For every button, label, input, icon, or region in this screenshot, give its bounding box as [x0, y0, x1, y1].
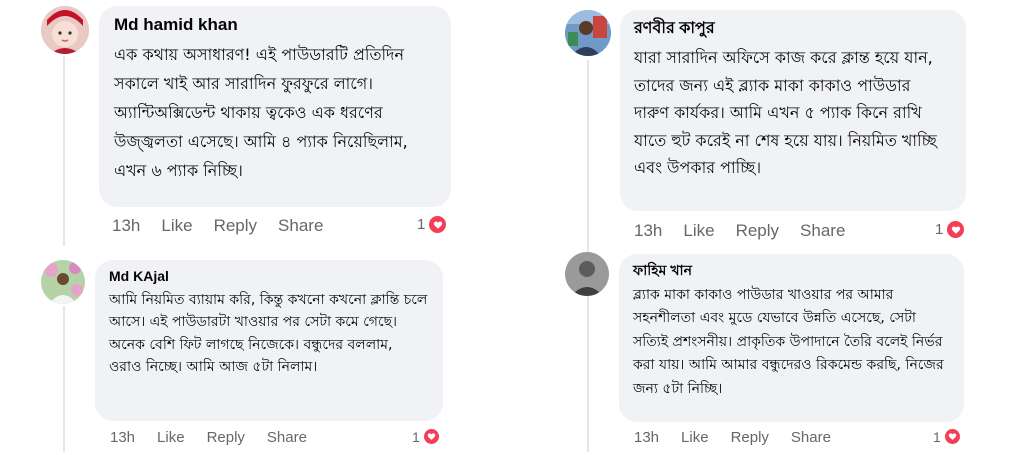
- comment-author[interactable]: ফাহিম খান: [633, 262, 950, 279]
- comment-bubble: Md KAjal আমি নিয়মিত ব্যায়াম করি, কিন্ত…: [95, 260, 443, 421]
- reaction-count: 1: [935, 221, 944, 238]
- reply-button[interactable]: Reply: [207, 429, 245, 446]
- share-button[interactable]: Share: [278, 216, 323, 236]
- thread-line: [587, 60, 589, 252]
- comment-actions: 13h Like Reply Share: [634, 221, 845, 241]
- share-button[interactable]: Share: [800, 221, 845, 241]
- reaction-count: 1: [417, 216, 426, 233]
- reaction-summary[interactable]: 1: [412, 427, 441, 446]
- heart-icon: [427, 214, 449, 235]
- comment-author[interactable]: Md hamid khan: [114, 15, 435, 35]
- comment-text: এক কথায় অসাধারণ! এই পাউডারটি প্রতিদিন স…: [114, 45, 408, 181]
- reply-button[interactable]: Reply: [731, 429, 769, 446]
- heart-icon: [942, 427, 962, 446]
- timestamp[interactable]: 13h: [634, 429, 659, 446]
- comment-bubble: Md hamid khan এক কথায় অসাধারণ! এই পাউডা…: [99, 6, 451, 207]
- reaction-summary[interactable]: 1: [935, 219, 967, 240]
- comment-actions: 13h Like Reply Share: [112, 216, 323, 236]
- timestamp[interactable]: 13h: [112, 216, 140, 236]
- reaction-summary[interactable]: 1: [933, 427, 962, 446]
- heart-icon: [945, 219, 967, 240]
- comment-bubble: ফাহিম খান ব্ল্যাক মাকা কাকাও পাউডার খাওয…: [619, 254, 964, 422]
- avatar[interactable]: [41, 260, 85, 304]
- comment-text: আমি নিয়মিত ব্যায়াম করি, কিন্তু কখনো কখ…: [109, 291, 428, 376]
- avatar[interactable]: [565, 252, 609, 296]
- timestamp[interactable]: 13h: [110, 429, 135, 446]
- avatar[interactable]: [41, 6, 89, 54]
- reaction-count: 1: [933, 428, 941, 445]
- comment-text: ব্ল্যাক মাকা কাকাও পাউডার খাওয়ার পর আমা…: [633, 286, 944, 397]
- like-button[interactable]: Like: [161, 216, 192, 236]
- comment-actions: 13h Like Reply Share: [634, 429, 831, 446]
- like-button[interactable]: Like: [681, 429, 709, 446]
- avatar-image: [41, 6, 89, 54]
- share-button[interactable]: Share: [267, 429, 307, 446]
- thread-line: [63, 306, 65, 452]
- avatar-image: [41, 260, 85, 304]
- heart-icon: [421, 427, 441, 446]
- like-button[interactable]: Like: [157, 429, 185, 446]
- share-button[interactable]: Share: [791, 429, 831, 446]
- reply-button[interactable]: Reply: [736, 221, 779, 241]
- reaction-summary[interactable]: 1: [417, 214, 449, 235]
- like-button[interactable]: Like: [683, 221, 714, 241]
- reaction-count: 1: [412, 428, 420, 445]
- thread-line: [63, 56, 65, 246]
- comment-text: যারা সারাদিন অফিসে কাজ করে ক্লান্ত হয়ে …: [634, 48, 937, 178]
- avatar-image: [565, 10, 611, 56]
- avatar-image: [565, 252, 609, 296]
- comment-author[interactable]: রণবীর কাপুর: [634, 19, 950, 38]
- comment-author[interactable]: Md KAjal: [109, 268, 429, 285]
- reply-button[interactable]: Reply: [214, 216, 257, 236]
- timestamp[interactable]: 13h: [634, 221, 662, 241]
- thread-line: [587, 296, 589, 452]
- comment-bubble: রণবীর কাপুর যারা সারাদিন অফিসে কাজ করে ক…: [620, 10, 966, 211]
- comment-actions: 13h Like Reply Share: [110, 429, 307, 446]
- avatar[interactable]: [565, 10, 611, 56]
